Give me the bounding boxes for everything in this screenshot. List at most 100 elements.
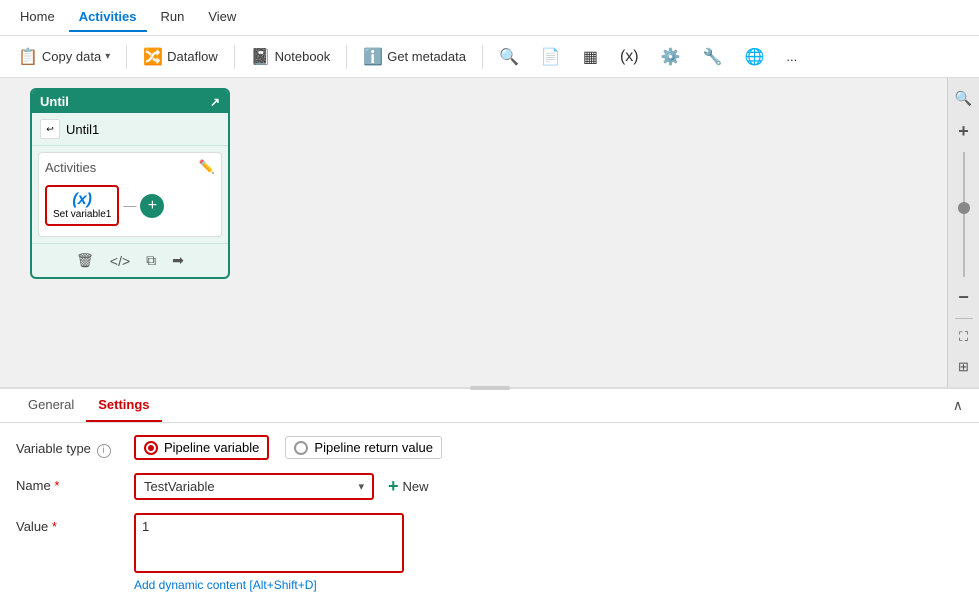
settings-cog-icon: ⚙️ (661, 47, 681, 67)
nav-view[interactable]: View (198, 3, 246, 32)
get-metadata-button[interactable]: ℹ️ Get metadata (355, 43, 474, 71)
notebook-button[interactable]: 📓 Notebook (243, 43, 339, 71)
pipeline-return-radio[interactable] (294, 441, 308, 455)
set-variable-flow: (x) Set variable1 + (45, 181, 215, 230)
tab-settings[interactable]: Settings (86, 389, 161, 422)
name-required-star: * (54, 478, 59, 493)
bottom-tabs: General Settings ∧ (0, 389, 979, 423)
arrow-line (123, 198, 136, 213)
variable-type-label: Variable type i (16, 435, 126, 458)
pipeline-variable-radio[interactable] (144, 441, 158, 455)
zoom-slider-track (963, 152, 965, 277)
pipeline-button[interactable]: 📄 (533, 43, 569, 71)
set-variable-box[interactable]: (x) Set variable1 (45, 185, 119, 226)
dataflow-icon: 🔀 (143, 47, 163, 67)
nav-home[interactable]: Home (10, 3, 65, 32)
name-select-value: TestVariable (144, 479, 215, 494)
copy-data-button[interactable]: 📋 Copy data ▾ (10, 43, 118, 71)
new-button[interactable]: + New (382, 472, 435, 501)
copy-data-label: Copy data (42, 49, 101, 64)
divider (955, 318, 973, 319)
radio-group: Pipeline variable Pipeline return value (134, 435, 963, 460)
pipeline-return-label: Pipeline return value (314, 440, 433, 455)
until-sub-icon: ↩ (40, 119, 60, 139)
canvas-area[interactable]: Until ↗ ↩ Until1 Activities ✏️ (x) (0, 78, 979, 387)
more-button[interactable]: ... (778, 45, 805, 68)
toolbar-sep-1 (126, 45, 127, 69)
toolbar-sep-2 (234, 45, 235, 69)
navigate-button[interactable]: ➡ (168, 250, 188, 271)
pipeline-icon: 📄 (541, 47, 561, 67)
pipeline-variable-label: Pipeline variable (164, 440, 259, 455)
settings-content: Variable type i Pipeline variable Pipeli… (0, 423, 979, 607)
name-label-text: Name (16, 478, 51, 493)
code-button[interactable]: </> (106, 251, 134, 271)
copy-data-dropdown-arrow: ▾ (105, 51, 110, 62)
variable-type-row: Variable type i Pipeline variable Pipeli… (16, 435, 963, 460)
dataflow-button[interactable]: 🔀 Dataflow (135, 43, 226, 71)
tabs-left: General Settings (16, 389, 162, 422)
grid-button[interactable]: ▦ (575, 43, 606, 71)
variable-button[interactable]: (x) (612, 44, 647, 70)
canvas-search-button[interactable]: 🔍 (951, 86, 976, 111)
nav-run[interactable]: Run (151, 3, 195, 32)
name-label: Name * (16, 472, 126, 493)
value-control: 1 Add dynamic content [Alt+Shift+D] (134, 513, 963, 592)
until-subtitle: Until1 (66, 122, 99, 137)
settings-cog-button[interactable]: ⚙️ (653, 43, 689, 71)
until-block: Until ↗ ↩ Until1 Activities ✏️ (x) (30, 88, 230, 279)
copy-data-icon: 📋 (18, 47, 38, 67)
toolbar: 📋 Copy data ▾ 🔀 Dataflow 📓 Notebook ℹ️ G… (0, 36, 979, 78)
debug-button[interactable]: 🔧 (695, 43, 731, 71)
edit-icon[interactable]: ✏️ (199, 159, 215, 175)
tab-general[interactable]: General (16, 389, 86, 422)
value-required-star: * (52, 519, 57, 534)
toolbar-sep-3 (346, 45, 347, 69)
zoom-track (963, 152, 965, 277)
collapse-button[interactable]: ∧ (953, 397, 963, 414)
pipeline-variable-option[interactable]: Pipeline variable (134, 435, 269, 460)
value-label-text: Value (16, 519, 48, 534)
value-row: Value * 1 Add dynamic content [Alt+Shift… (16, 513, 963, 592)
until-footer: 🗑 </> ⧉ ➡ (32, 243, 228, 277)
pipeline-return-option[interactable]: Pipeline return value (285, 436, 442, 459)
until-header-icons: ↗ (210, 95, 220, 109)
name-select[interactable]: TestVariable ▾ (134, 473, 374, 500)
notebook-label: Notebook (275, 49, 331, 64)
dynamic-content-link[interactable]: Add dynamic content [Alt+Shift+D] (134, 578, 317, 592)
until-title: Until (40, 94, 69, 109)
delete-button[interactable]: 🗑 (72, 250, 98, 271)
variable-icon: (x) (620, 48, 639, 66)
name-control: TestVariable ▾ + New (134, 472, 963, 501)
notebook-icon: 📓 (251, 47, 271, 67)
value-textarea[interactable]: 1 (134, 513, 404, 573)
bottom-panel: General Settings ∧ Variable type i Pipel… (0, 387, 979, 607)
add-activity-button[interactable]: + (140, 194, 164, 218)
activities-label-text: Activities (45, 160, 96, 175)
bottom-panel-handle[interactable] (470, 386, 510, 390)
activities-label: Activities ✏️ (45, 159, 215, 175)
zoom-out-button[interactable]: − (954, 283, 973, 312)
toolbar-sep-4 (482, 45, 483, 69)
nav-activities[interactable]: Activities (69, 3, 147, 32)
canvas-right-controls: 🔍 + − ⛶ ⊞ (947, 78, 979, 387)
until-sub-header: ↩ Until1 (32, 113, 228, 146)
search-button[interactable]: 🔍 (491, 43, 527, 71)
value-label: Value * (16, 513, 126, 534)
zoom-in-button[interactable]: + (954, 117, 973, 146)
info-icon[interactable]: i (97, 444, 111, 458)
more-label: ... (786, 49, 797, 64)
search-icon: 🔍 (499, 47, 519, 67)
dataflow-label: Dataflow (167, 49, 218, 64)
main-area: Until ↗ ↩ Until1 Activities ✏️ (x) (0, 78, 979, 387)
fx-icon: (x) (53, 191, 111, 209)
grid-icon: ▦ (583, 47, 598, 67)
zoom-slider-thumb[interactable] (958, 202, 970, 214)
expand-icon[interactable]: ↗ (210, 95, 220, 109)
grid-view-button[interactable]: ⊞ (954, 355, 973, 379)
set-variable-label: Set variable1 (53, 209, 111, 220)
fit-screen-button[interactable]: ⛶ (955, 325, 972, 349)
globe-button[interactable]: 🌐 (736, 43, 772, 71)
until-header: Until ↗ (32, 90, 228, 113)
copy-button[interactable]: ⧉ (142, 250, 160, 271)
